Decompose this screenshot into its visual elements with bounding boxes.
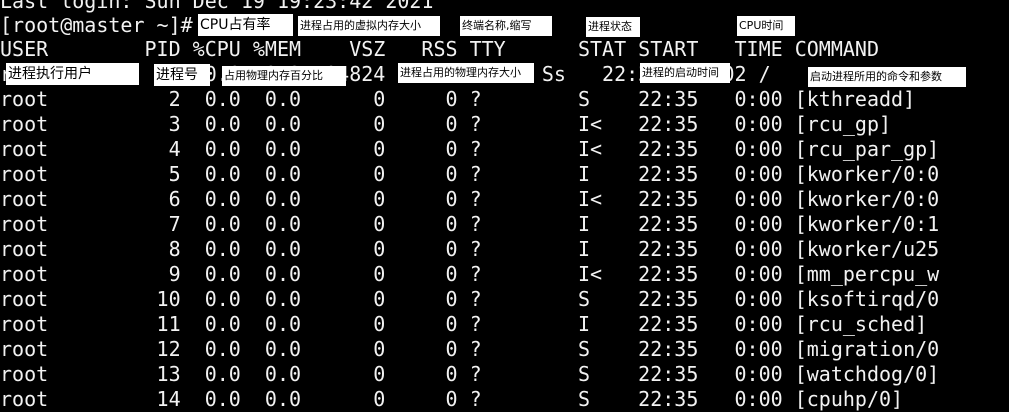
annotation-virtual-memory: 进程占用的虚拟内存大小 — [298, 16, 440, 36]
annotation-command: 启动进程所用的命令和参数 — [808, 67, 966, 87]
last-login-line: Last login: Sun Dec 19 19:23:42 2021 — [0, 0, 434, 13]
process-row: root 4 0.0 0.0 0 0 ? I< 22:35 0:00 [rcu_… — [0, 137, 940, 161]
annotation-start-time: 进程的启动时间 — [640, 63, 730, 83]
annotation-memory-percent: 占用物理内存百分比 — [222, 66, 346, 86]
process-row: root 8 0.0 0.0 0 0 ? I 22:35 0:00 [kwork… — [0, 237, 940, 261]
ps-header-row: USER PID %CPU %MEM VSZ RSS TTY STAT STAR… — [0, 37, 879, 61]
annotation-terminal-name: 终端名称,缩写 — [460, 16, 552, 36]
annotation-cpu-rate: CPU占有率 — [198, 14, 293, 36]
process-row: root 12 0.0 0.0 0 0 ? S 22:35 0:00 [migr… — [0, 337, 940, 361]
process-row: root 11 0.0 0.0 0 0 ? I 22:35 0:00 [rcu_… — [0, 312, 928, 336]
annotation-physical-memory: 进程占用的物理内存大小 — [398, 63, 534, 83]
annotation-cpu-time: CPU时间 — [737, 16, 795, 36]
process-row: root 14 0.0 0.0 0 0 ? S 22:35 0:00 [cpuh… — [0, 387, 904, 411]
terminal-window[interactable]: { "terminal": { "last_login": "Last logi… — [0, 0, 1009, 411]
annotation-pid: 进程号 — [154, 64, 210, 86]
process-row: root 10 0.0 0.0 0 0 ? S 22:35 0:00 [ksof… — [0, 287, 940, 311]
shell-prompt: [root@master ~]# — [0, 13, 193, 37]
annotation-process-state: 进程状态 — [586, 17, 640, 37]
process-row: root 3 0.0 0.0 0 0 ? I< 22:35 0:00 [rcu_… — [0, 112, 892, 136]
process-row: root 6 0.0 0.0 0 0 ? I< 22:35 0:00 [kwor… — [0, 187, 940, 211]
process-row: root 2 0.0 0.0 0 0 ? S 22:35 0:00 [kthre… — [0, 87, 916, 111]
annotation-user: 进程执行用户 — [6, 63, 139, 85]
process-row: root 13 0.0 0.0 0 0 ? S 22:35 0:00 [watc… — [0, 362, 940, 386]
process-row: root 9 0.0 0.0 0 0 ? I< 22:35 0:00 [mm_p… — [0, 262, 940, 286]
process-row: root 5 0.0 0.0 0 0 ? I 22:35 0:00 [kwork… — [0, 162, 940, 186]
process-row: root 7 0.0 0.0 0 0 ? I 22:35 0:00 [kwork… — [0, 212, 940, 236]
